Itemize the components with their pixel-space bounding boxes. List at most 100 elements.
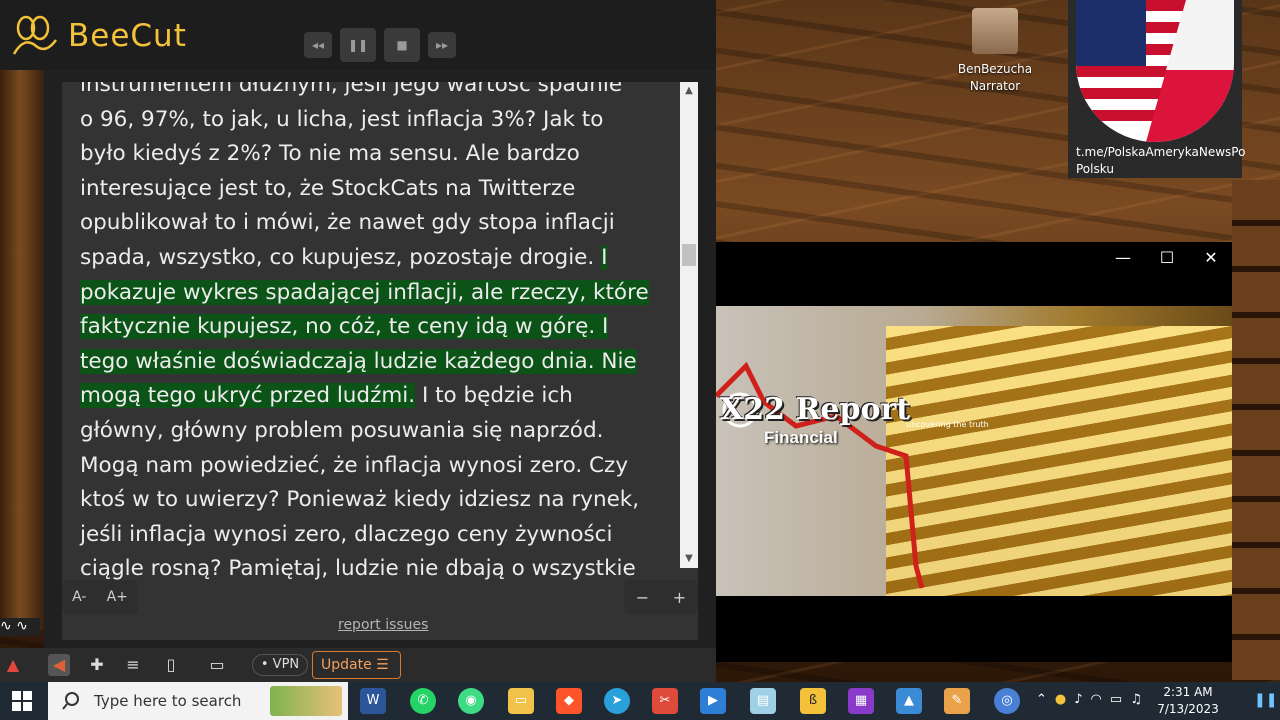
transcript-line-text: tego właśnie doświadczają ludzie każdego… (80, 348, 637, 374)
word-app-icon[interactable]: W (360, 688, 386, 714)
close-icon[interactable]: ✕ (1200, 248, 1222, 267)
transcript-line: opublikował to i mówi, że nawet gdy stop… (80, 206, 670, 241)
microphone-icon[interactable]: ♪ (1074, 692, 1082, 707)
transcript-line-text: ciągle rosną? Pamiętaj, ludzie nie dbają… (80, 556, 636, 582)
sidebar-icon[interactable]: ▯ (160, 654, 182, 676)
font-increase-button[interactable]: A+ (107, 589, 128, 605)
wifi-icon[interactable]: ◠ (1091, 692, 1102, 707)
beecut-app-icon[interactable]: ß (800, 688, 826, 714)
volume-icon[interactable]: ♫ (1130, 692, 1142, 707)
vpn-button[interactable]: • VPN (252, 654, 308, 676)
pause-button[interactable]: ❚❚ (340, 28, 376, 62)
maximize-icon[interactable]: ☐ (1156, 248, 1178, 267)
zoom-controls: − + (624, 580, 698, 614)
taskbar-clock[interactable]: 2:31 AM 7/13/2023 (1150, 684, 1226, 718)
update-label: Update (321, 657, 372, 673)
transcript-scrollbar[interactable]: ▲ ▼ (680, 82, 698, 568)
transcript-line-text: faktycznie kupujesz, no cóż, te ceny idą… (80, 314, 609, 340)
minimize-icon[interactable]: — (1112, 248, 1134, 267)
wallet-icon[interactable]: ▭ (206, 654, 228, 676)
scroll-thumb[interactable] (682, 244, 696, 266)
transcript-line: instrumentem dłużnym, jeśli jego wartość… (80, 82, 670, 103)
windows-taskbar: Type here to search W ✆ ◉ ▭ ◆ ➤ ✂ ▶ ▤ ß … (0, 682, 1280, 720)
browser-toolbar: ▲ ◀ ✚ ≡ ▯ ▭ • VPN Update ☰ (0, 648, 716, 682)
transcript-line: interesujące jest to, że StockCats na Tw… (80, 172, 670, 207)
update-button[interactable]: Update ☰ (312, 651, 401, 679)
font-size-controls: A- A+ (62, 580, 138, 614)
transcript-line-text: o 96, 97%, to jak, u licha, jest inflacj… (80, 106, 604, 132)
transcript-line-text: Mogą nam powiedzieć, że inflacja wynosi … (80, 452, 629, 478)
transcript-line-text: było kiedyś z 2%? To nie ma sensu. Ale b… (80, 141, 580, 167)
transcript-line: pokazuje wykres spadającej inflacji, ale… (80, 276, 670, 311)
telegram-shortcut[interactable]: t.me/PolskaAmerykaNewsPo Polsku (1068, 0, 1245, 178)
brave-browser-icon[interactable]: ◆ (556, 688, 582, 714)
scroll-up-icon[interactable]: ▲ (680, 82, 698, 100)
translation-panel: instrumentem dłużnym, jeśli jego wartość… (44, 70, 716, 648)
narrator-label[interactable]: BenBezucha Narrator (952, 61, 1038, 95)
forward-button[interactable]: ▸▸ (428, 32, 456, 58)
battery-icon[interactable]: ▭ (1110, 692, 1122, 707)
tray-expand-icon[interactable]: ⌃ (1036, 692, 1047, 707)
transcript-line-text: mogą tego ukryć przed ludźmi. (80, 383, 416, 409)
waveform-icon[interactable]: ∿ ∿ (0, 618, 40, 636)
narrator-avatar-icon[interactable] (972, 8, 1018, 54)
media-controls: ◂◂ ❚❚ ■ ▸▸ (304, 28, 456, 62)
transcript-line: Mogą nam powiedzieć, że inflacja wynosi … (80, 449, 670, 484)
brave-rewards-icon[interactable]: ▲ (2, 654, 24, 676)
beecut-toolbar: BeeCut ◂◂ ❚❚ ■ ▸▸ (0, 0, 716, 70)
video-editor-icon[interactable]: ▦ (848, 688, 874, 714)
bee-logo-icon (12, 15, 58, 55)
transcript-line: główny, główny problem posuwania się nap… (80, 414, 670, 449)
photos-app-icon[interactable]: ▲ (896, 688, 922, 714)
show-desktop-icon[interactable]: ❚❚ (1254, 692, 1277, 710)
file-explorer-icon[interactable]: ▭ (508, 688, 534, 714)
transcript-line-text: pokazuje wykres spadającej inflacji, ale… (80, 279, 649, 305)
video-tagline: uncovering the truth (906, 420, 989, 429)
android-app-icon[interactable]: ◉ (458, 688, 484, 714)
transcript-line: faktycznie kupujesz, no cóż, te ceny idą… (80, 310, 670, 345)
transcript-line: tego właśnie doświadczają ludzie każdego… (80, 345, 670, 380)
report-issues-link[interactable]: report issues (338, 617, 428, 633)
whatsapp-app-icon[interactable]: ✆ (410, 688, 436, 714)
transcript-line-text: spada, wszystko, co kupujesz, pozostaje … (80, 244, 602, 270)
transcript-text-area[interactable]: instrumentem dłużnym, jeśli jego wartość… (62, 82, 698, 640)
window-controls: — ☐ ✕ (1112, 248, 1222, 267)
app-name: BeeCut (68, 18, 187, 54)
search-icon (62, 692, 79, 710)
taskbar-search-box[interactable]: Type here to search (48, 682, 348, 720)
transcript-line: ciągle rosną? Pamiętaj, ludzie nie dbają… (80, 552, 670, 587)
extensions-icon[interactable]: ✚ (86, 654, 108, 676)
transcript-line-tail: I to będzie ich (415, 383, 573, 409)
system-tray: ⌃ ● ♪ ◠ ▭ ♫ (1036, 692, 1142, 707)
search-placeholder: Type here to search (94, 692, 242, 710)
stop-button[interactable]: ■ (384, 28, 420, 62)
transcript-line: ktoś w to uwierzy? Ponieważ kiedy idzies… (80, 483, 670, 518)
telegram-label: t.me/PolskaAmerykaNewsPo Polsku (1076, 144, 1246, 178)
transcript-text: instrumentem dłużnym, jeśli jego wartość… (80, 82, 670, 587)
transcript-line: mogą tego ukryć przed ludźmi. I to będzi… (80, 379, 670, 414)
paint-app-icon[interactable]: ✎ (944, 688, 970, 714)
transcript-highlight-start: I (601, 244, 608, 270)
media-player-icon[interactable]: ▶ (700, 688, 726, 714)
font-decrease-button[interactable]: A- (72, 589, 86, 605)
video-title: X22 Report (720, 392, 911, 427)
chrome-app-icon[interactable]: ◎ (994, 688, 1020, 714)
zoom-out-button[interactable]: − (636, 588, 649, 607)
rewind-button[interactable]: ◂◂ (304, 32, 332, 58)
scroll-down-icon[interactable]: ▼ (680, 550, 698, 568)
notes-app-icon[interactable]: ▤ (750, 688, 776, 714)
speaker-extension-icon[interactable]: ◀ (48, 654, 70, 676)
windows-start-icon[interactable] (12, 691, 32, 711)
snipping-tool-icon[interactable]: ✂ (652, 688, 678, 714)
tray-app-icon[interactable]: ● (1055, 692, 1066, 707)
narrator-label-line1: BenBezucha (957, 62, 1033, 76)
us-poland-flag-icon (1076, 0, 1234, 142)
narrator-label-line2: Narrator (969, 79, 1021, 93)
transcript-line-text: ktoś w to uwierzy? Ponieważ kiedy idzies… (80, 487, 640, 513)
telegram-label-line2: Polsku (1076, 162, 1114, 176)
video-frame[interactable]: X22 Report Financial uncovering the trut… (716, 306, 1232, 596)
zoom-in-button[interactable]: + (673, 588, 686, 607)
transcript-line: było kiedyś z 2%? To nie ma sensu. Ale b… (80, 137, 670, 172)
telegram-app-icon[interactable]: ➤ (604, 688, 630, 714)
playlist-icon[interactable]: ≡ (122, 654, 144, 676)
